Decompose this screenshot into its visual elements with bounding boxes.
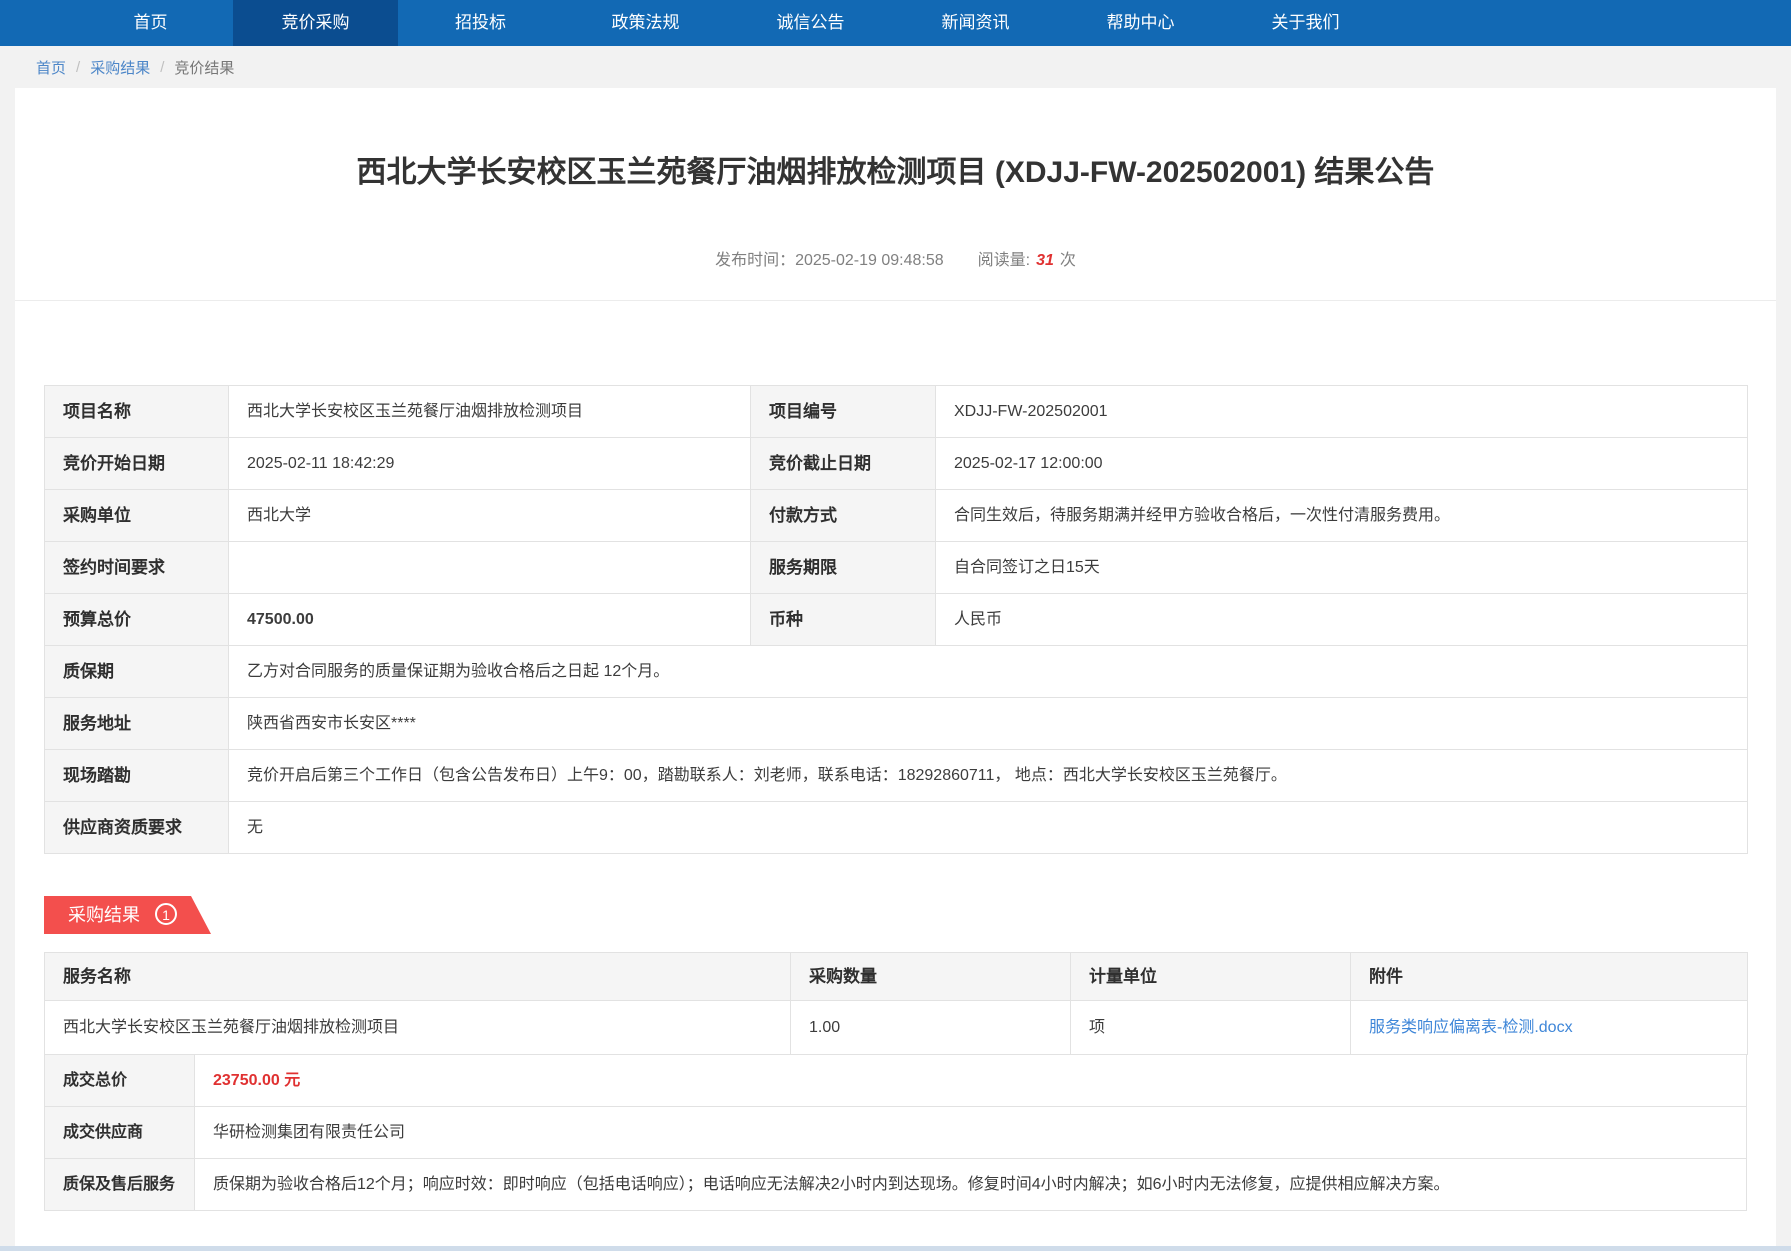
- detail-label: 币种: [751, 594, 936, 646]
- detail-value: 2025-02-11 18:42:29: [229, 438, 751, 490]
- nav-item-policies[interactable]: 政策法规: [563, 0, 728, 46]
- breadcrumb: 首页 / 采购结果 / 竞价结果: [0, 46, 1791, 88]
- detail-label: 项目编号: [751, 386, 936, 438]
- table-header-row: 服务名称 采购数量 计量单位 附件: [45, 953, 1748, 1001]
- detail-value: 西北大学: [229, 490, 751, 542]
- breadcrumb-section-link[interactable]: 采购结果: [90, 57, 150, 78]
- budget-total-price: 47500.00: [229, 594, 751, 646]
- column-header-attachment: 附件: [1351, 953, 1748, 1001]
- detail-value: 人民币: [936, 594, 1748, 646]
- top-navigation: 首页 竞价采购 招投标 政策法规 诚信公告 新闻资讯 帮助中心 关于我们: [0, 0, 1791, 46]
- detail-value: 自合同签订之日15天: [936, 542, 1748, 594]
- announcement-card: 西北大学长安校区玉兰苑餐厅油烟排放检测项目 (XDJJ-FW-202502001…: [15, 88, 1776, 1251]
- deal-summary-table: 成交总价 23750.00 元 成交供应商 华研检测集团有限责任公司 质保及售后…: [44, 1054, 1747, 1211]
- detail-label: 竞价截止日期: [751, 438, 936, 490]
- detail-label: 付款方式: [751, 490, 936, 542]
- attachment-download-link[interactable]: 服务类响应偏离表-检测.docx: [1369, 1019, 1573, 1036]
- attachment-cell: 服务类响应偏离表-检测.docx: [1351, 1001, 1748, 1055]
- detail-value: 西北大学长安校区玉兰苑餐厅油烟排放检测项目: [229, 386, 751, 438]
- detail-label: 采购单位: [45, 490, 229, 542]
- deal-price-value: 23750.00 元: [195, 1055, 1747, 1107]
- nav-item-news[interactable]: 新闻资讯: [893, 0, 1058, 46]
- detail-value: 乙方对合同服务的质量保证期为验收合格后之日起 12个月。: [229, 646, 1748, 698]
- publish-info: 发布时间：2025-02-19 09:48:58 阅读量: 31 次: [15, 246, 1776, 270]
- table-row: 预算总价 47500.00 币种 人民币: [45, 594, 1748, 646]
- table-row: 签约时间要求 服务期限 自合同签订之日15天: [45, 542, 1748, 594]
- nav-item-help-center[interactable]: 帮助中心: [1058, 0, 1223, 46]
- nav-item-about-us[interactable]: 关于我们: [1223, 0, 1388, 46]
- publish-time-label: 发布时间：: [715, 252, 795, 269]
- deal-price-number: 23750.00: [213, 1072, 280, 1089]
- detail-value: XDJJ-FW-202502001: [936, 386, 1748, 438]
- detail-label: 竞价开始日期: [45, 438, 229, 490]
- procurement-result-badge: 采购结果 1: [44, 896, 211, 934]
- table-row: 服务地址 陕西省西安市长安区****: [45, 698, 1748, 750]
- detail-label: 现场踏勘: [45, 750, 229, 802]
- title-divider: [15, 300, 1776, 301]
- publish-time-value: 2025-02-19 09:48:58: [795, 252, 944, 269]
- nav-item-integrity-notices[interactable]: 诚信公告: [728, 0, 893, 46]
- table-row: 采购单位 西北大学 付款方式 合同生效后，待服务期满并经甲方验收合格后，一次性付…: [45, 490, 1748, 542]
- page-title: 西北大学长安校区玉兰苑餐厅油烟排放检测项目 (XDJJ-FW-202502001…: [15, 152, 1776, 194]
- detail-value: 无: [229, 802, 1748, 854]
- detail-label: 项目名称: [45, 386, 229, 438]
- detail-value: [229, 542, 751, 594]
- detail-value: 2025-02-17 12:00:00: [936, 438, 1748, 490]
- result-table: 服务名称 采购数量 计量单位 附件 西北大学长安校区玉兰苑餐厅油烟排放检测项目 …: [44, 952, 1748, 1055]
- supplier-value: 华研检测集团有限责任公司: [195, 1107, 1747, 1159]
- nav-item-home[interactable]: 首页: [68, 0, 233, 46]
- breadcrumb-separator: /: [76, 59, 80, 76]
- deal-price-unit: 元: [284, 1072, 300, 1089]
- deal-price-label: 成交总价: [45, 1055, 195, 1107]
- table-row: 竞价开始日期 2025-02-11 18:42:29 竞价截止日期 2025-0…: [45, 438, 1748, 490]
- nav-item-bidding-purchase[interactable]: 竞价采购: [233, 0, 398, 46]
- table-row: 成交总价 23750.00 元: [45, 1055, 1747, 1107]
- supplier-label: 成交供应商: [45, 1107, 195, 1159]
- table-row: 供应商资质要求 无: [45, 802, 1748, 854]
- quantity-cell: 1.00: [791, 1001, 1071, 1055]
- views-count: 31: [1036, 252, 1054, 269]
- table-row: 质保及售后服务 质保期为验收合格后12个月；响应时效：即时响应（包括电话响应）；…: [45, 1159, 1747, 1211]
- breadcrumb-home-link[interactable]: 首页: [36, 57, 66, 78]
- detail-label: 签约时间要求: [45, 542, 229, 594]
- column-header-unit: 计量单位: [1071, 953, 1351, 1001]
- detail-value: 合同生效后，待服务期满并经甲方验收合格后，一次性付清服务费用。: [936, 490, 1748, 542]
- table-row: 现场踏勘 竞价开启后第三个工作日（包含公告发布日）上午9：00，踏勘联系人：刘老…: [45, 750, 1748, 802]
- table-row: 项目名称 西北大学长安校区玉兰苑餐厅油烟排放检测项目 项目编号 XDJJ-FW-…: [45, 386, 1748, 438]
- detail-value: 竞价开启后第三个工作日（包含公告发布日）上午9：00，踏勘联系人：刘老师，联系电…: [229, 750, 1748, 802]
- views-label: 阅读量:: [978, 252, 1030, 269]
- badge-label: 采购结果: [68, 905, 140, 925]
- table-row: 成交供应商 华研检测集团有限责任公司: [45, 1107, 1747, 1159]
- table-row: 质保期 乙方对合同服务的质量保证期为验收合格后之日起 12个月。: [45, 646, 1748, 698]
- warranty-value: 质保期为验收合格后12个月；响应时效：即时响应（包括电话响应）；电话响应无法解决…: [195, 1159, 1747, 1211]
- detail-label: 质保期: [45, 646, 229, 698]
- detail-label: 预算总价: [45, 594, 229, 646]
- footer-divider: [0, 1246, 1791, 1251]
- unit-cell: 项: [1071, 1001, 1351, 1055]
- detail-label: 服务期限: [751, 542, 936, 594]
- detail-value: 陕西省西安市长安区****: [229, 698, 1748, 750]
- nav-item-tenders[interactable]: 招投标: [398, 0, 563, 46]
- detail-label: 供应商资质要求: [45, 802, 229, 854]
- table-row: 西北大学长安校区玉兰苑餐厅油烟排放检测项目 1.00 项 服务类响应偏离表-检测…: [45, 1001, 1748, 1055]
- column-header-service-name: 服务名称: [45, 953, 791, 1001]
- column-header-quantity: 采购数量: [791, 953, 1071, 1001]
- breadcrumb-separator: /: [160, 59, 164, 76]
- breadcrumb-current: 竞价结果: [174, 57, 234, 78]
- service-name-cell: 西北大学长安校区玉兰苑餐厅油烟排放检测项目: [45, 1001, 791, 1055]
- views-unit: 次: [1060, 252, 1076, 269]
- detail-label: 服务地址: [45, 698, 229, 750]
- badge-count: 1: [155, 903, 177, 925]
- warranty-label: 质保及售后服务: [45, 1159, 195, 1211]
- project-details-table: 项目名称 西北大学长安校区玉兰苑餐厅油烟排放检测项目 项目编号 XDJJ-FW-…: [44, 385, 1748, 854]
